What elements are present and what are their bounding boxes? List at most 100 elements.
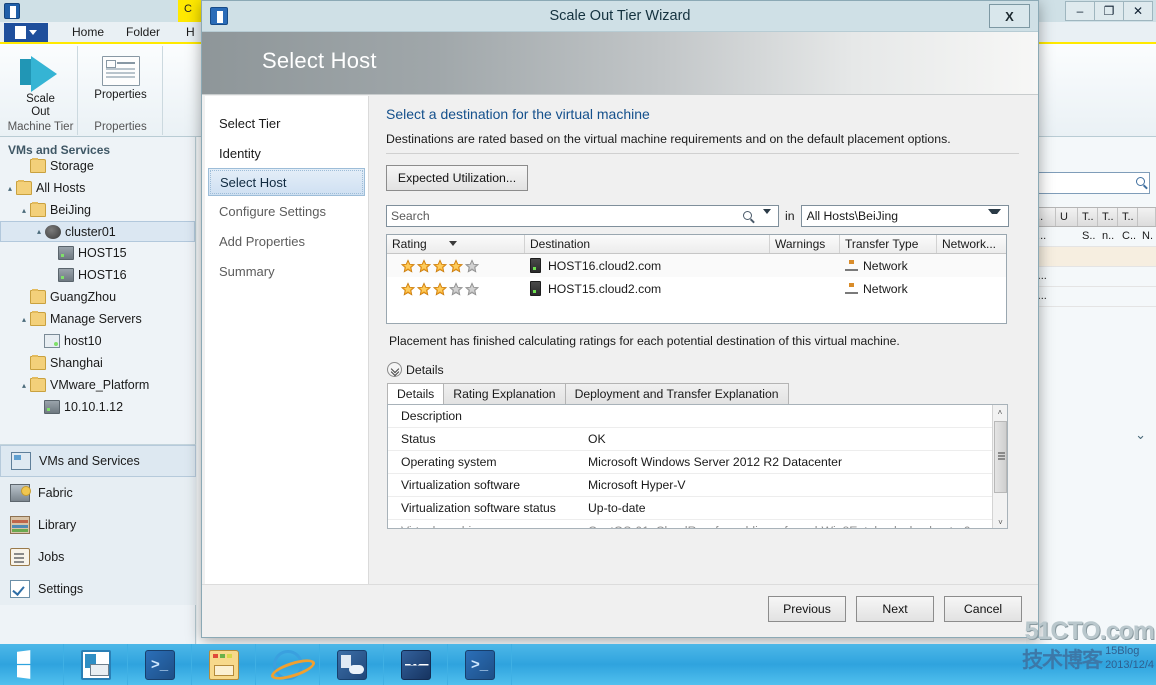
wizard-step-list[interactable]: Select Tier Identity Select Host Configure … xyxy=(205,96,369,584)
detail-row: Virtualization software status Up-to-date xyxy=(388,497,1007,520)
column-header-transfer-type[interactable]: Transfer Type xyxy=(840,235,937,253)
tree-expander-icon[interactable]: ▴ xyxy=(18,315,30,324)
host-results-table[interactable]: Rating Destination Warnings Transfer Typ… xyxy=(386,234,1007,324)
watermark-site: 51CTO.com xyxy=(1024,617,1155,645)
chevron-down-icon[interactable]: ⌄ xyxy=(1135,427,1146,443)
detail-tab-strip[interactable]: Details Rating Explanation Deployment and … xyxy=(387,383,1021,404)
column-header-warnings[interactable]: Warnings xyxy=(770,235,840,253)
minimize-button[interactable]: – xyxy=(1065,1,1095,21)
tree-item-guangzhou[interactable]: GuangZhou xyxy=(0,286,195,308)
tab-deployment-and-transfer-explanation[interactable]: Deployment and Transfer Explanation xyxy=(564,383,789,404)
wizard-step-identity[interactable]: Identity xyxy=(205,138,368,168)
tree-item-host16[interactable]: HOST16 xyxy=(0,264,195,286)
tree-item-shanghai[interactable]: Shanghai xyxy=(0,352,195,374)
ribbon-tab-folder[interactable]: Folder xyxy=(126,25,160,39)
workspace-nav-buttons[interactable]: VMs and Services Fabric Library Jobs Setting… xyxy=(0,444,196,605)
wizard-step-summary[interactable]: Summary xyxy=(205,256,368,286)
file-menu-button[interactable] xyxy=(4,23,48,42)
tree-item-host10[interactable]: host10 xyxy=(0,330,195,352)
transfer-type-label: Network xyxy=(863,281,908,296)
sidebar-item-jobs[interactable]: Jobs xyxy=(0,541,196,573)
table-row[interactable]: -... xyxy=(1030,267,1156,287)
star-empty-icon xyxy=(465,281,479,296)
table-row[interactable]: .... S.. n.. C.. N. xyxy=(1030,227,1156,247)
bg-col-5[interactable] xyxy=(1138,208,1156,226)
details-pane[interactable]: Description Status OK Operating system Micro… xyxy=(387,404,1008,529)
wizard-step-add-properties[interactable]: Add Properties xyxy=(205,226,368,256)
tree-item-manage-servers[interactable]: ▴ Manage Servers xyxy=(0,308,195,330)
folder-icon xyxy=(30,311,46,326)
tree-expander-icon[interactable]: ▴ xyxy=(18,381,30,390)
tree-item-storage[interactable]: Storage xyxy=(0,155,195,177)
previous-button[interactable]: Previous xyxy=(768,596,846,622)
sidebar-item-settings[interactable]: Settings xyxy=(0,573,196,605)
column-header-destination[interactable]: Destination xyxy=(525,235,770,253)
folder-icon xyxy=(30,377,46,392)
taskbar-powershell-1[interactable]: >_ xyxy=(128,644,192,685)
tree-expander-icon[interactable]: ▴ xyxy=(33,227,45,236)
wizard-step-select-tier[interactable]: Select Tier xyxy=(205,108,368,138)
scope-select[interactable]: All Hosts\BeiJing xyxy=(800,205,1009,228)
taskbar-vmm[interactable] xyxy=(64,644,128,685)
tree-expander-icon[interactable]: ▴ xyxy=(4,184,16,193)
bg-col-1[interactable]: U xyxy=(1056,208,1078,226)
table-row[interactable] xyxy=(1030,247,1156,267)
restore-button[interactable]: ❐ xyxy=(1094,1,1124,21)
ribbon-group-properties[interactable]: Properties Properties xyxy=(79,46,163,135)
taskbar-powershell-2[interactable]: >_ xyxy=(448,644,512,685)
sidebar-item-library[interactable]: Library xyxy=(0,509,196,541)
search-icon[interactable] xyxy=(743,211,752,220)
sidebar-item-fabric[interactable]: Fabric xyxy=(0,477,196,509)
table-row[interactable]: HOST16.cloud2.com Network xyxy=(387,254,1006,277)
tree-item-all-hosts[interactable]: ▴ All Hosts xyxy=(0,177,195,199)
sidebar-item-label: Settings xyxy=(38,582,84,596)
scrollbar-thumb[interactable] xyxy=(994,421,1007,493)
table-row[interactable]: -... xyxy=(1030,287,1156,307)
ribbon-group-machine-tier[interactable]: Scale Out Machine Tier xyxy=(4,46,78,135)
wizard-step-select-host[interactable]: Select Host xyxy=(208,168,365,196)
details-expander[interactable]: Details xyxy=(387,362,1021,377)
tree-item-beijing[interactable]: ▴ BeiJing xyxy=(0,199,195,221)
background-search-input[interactable] xyxy=(1032,172,1150,194)
tab-rating-explanation[interactable]: Rating Explanation xyxy=(443,383,566,404)
scroll-up-button[interactable]: ˄ xyxy=(993,405,1007,420)
column-header-network[interactable]: Network... xyxy=(937,235,1006,253)
cancel-button[interactable]: Cancel xyxy=(944,596,1022,622)
details-scrollbar[interactable]: ˄ ˅ xyxy=(992,405,1007,528)
star-empty-icon xyxy=(449,281,463,296)
status-note: Placement has finished calculating ratin… xyxy=(389,334,900,348)
tree-item-host15[interactable]: HOST15 xyxy=(0,242,195,264)
table-row[interactable]: HOST15.cloud2.com Network xyxy=(387,277,1006,300)
cell-network xyxy=(937,277,1006,300)
wizard-step-configure-settings[interactable]: Configure Settings xyxy=(205,196,368,226)
ribbon-tab-home[interactable]: Home xyxy=(72,25,104,39)
bg-col-3[interactable]: T.. xyxy=(1098,208,1118,226)
expected-utilization-button[interactable]: Expected Utilization... xyxy=(386,165,528,191)
tab-details[interactable]: Details xyxy=(387,383,445,404)
taskbar-explorer[interactable] xyxy=(192,644,256,685)
column-header-rating[interactable]: Rating xyxy=(387,235,525,253)
taskbar-cloud[interactable] xyxy=(320,644,384,685)
library-icon xyxy=(10,516,30,534)
close-button[interactable]: ✕ xyxy=(1123,1,1153,21)
next-button[interactable]: Next xyxy=(856,596,934,622)
tree-item-10-10-1-12[interactable]: 10.10.1.12 xyxy=(0,396,195,418)
ribbon-tab-host[interactable]: H xyxy=(186,25,195,39)
search-dropdown-button[interactable] xyxy=(763,209,771,228)
tree-expander-icon[interactable]: ▴ xyxy=(18,206,30,215)
sidebar-item-vms-and-services[interactable]: VMs and Services xyxy=(0,445,196,477)
bg-col-4[interactable]: T.. xyxy=(1118,208,1138,226)
taskbar-perfmon[interactable] xyxy=(384,644,448,685)
search-input[interactable]: Search xyxy=(386,205,779,228)
bg-cell xyxy=(1056,227,1078,246)
scroll-down-button[interactable]: ˅ xyxy=(993,515,1007,528)
cloud-app-icon xyxy=(336,649,367,680)
host-tree[interactable]: Storage ▴ All Hosts ▴ BeiJing ▴ cluster01 HOST1… xyxy=(0,155,195,418)
main-heading: Select a destination for the virtual mac… xyxy=(386,106,650,122)
taskbar-ie[interactable] xyxy=(256,644,320,685)
start-button[interactable] xyxy=(0,644,64,685)
wizard-close-button[interactable]: X xyxy=(989,4,1030,28)
tree-item-vmware-platform[interactable]: ▴ VMware_Platform xyxy=(0,374,195,396)
bg-col-2[interactable]: T.. xyxy=(1078,208,1098,226)
tree-item-cluster01[interactable]: ▴ cluster01 xyxy=(0,221,195,242)
